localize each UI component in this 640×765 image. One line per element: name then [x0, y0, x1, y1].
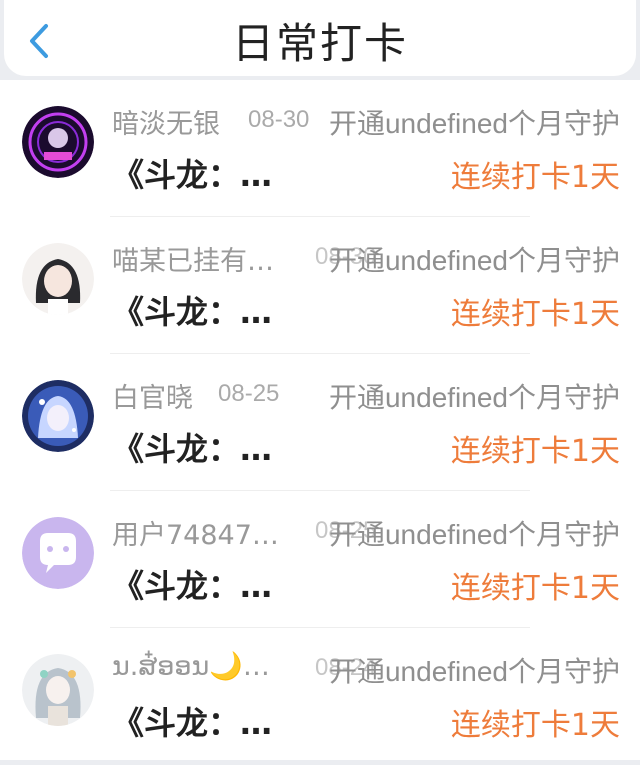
- list-item[interactable]: 喵某已挂有… 08-30 开通undefined个月守护 《斗龙：… 连续打卡1…: [0, 217, 640, 354]
- avatar[interactable]: [22, 243, 94, 315]
- header-bar: 日常打卡: [4, 0, 636, 76]
- book-title: 《斗龙：…: [112, 430, 273, 468]
- checkin-date: 08-30: [248, 106, 310, 133]
- book-title: 《斗龙：…: [112, 567, 273, 605]
- avatar[interactable]: [22, 654, 94, 726]
- streak-label: 连续打卡1天: [450, 297, 620, 332]
- guard-text: 开通undefined个月守护: [328, 656, 620, 687]
- streak-label: 连续打卡1天: [450, 160, 620, 195]
- page-title: 日常打卡: [231, 19, 408, 68]
- user-name: ນ.ສ໋ອອນ🌙…: [112, 651, 270, 682]
- guard-text: 开通undefined个月守护: [328, 382, 620, 413]
- avatar[interactable]: [22, 517, 94, 589]
- avatar[interactable]: [22, 106, 94, 178]
- list-item[interactable]: 用户748470… 08-25 开通undefined个月守护 《斗龙：… 连续…: [0, 491, 640, 628]
- list-item[interactable]: 暗淡无银 08-30 开通undefined个月守护 《斗龙：… 连续打卡1天: [0, 80, 640, 217]
- streak-label: 连续打卡1天: [450, 708, 620, 743]
- guard-text: 开通undefined个月守护: [328, 519, 620, 550]
- user-name: 喵某已挂有…: [112, 246, 274, 277]
- user-name: 用户748470…: [112, 520, 284, 551]
- list-item[interactable]: ນ.ສ໋ອອນ🌙… 08-24 开通undefined个月守护 《斗龙：… 连续…: [0, 628, 640, 765]
- streak-label: 连续打卡1天: [450, 434, 620, 469]
- checkin-date: 08-25: [218, 380, 280, 407]
- list-item[interactable]: 白官晓 08-25 开通undefined个月守护 《斗龙：… 连续打卡1天: [0, 354, 640, 491]
- avatar[interactable]: [22, 380, 94, 452]
- guard-text: 开通undefined个月守护: [328, 108, 620, 139]
- book-title: 《斗龙：…: [112, 293, 273, 331]
- guard-text: 开通undefined个月守护: [328, 245, 620, 276]
- streak-label: 连续打卡1天: [450, 571, 620, 606]
- book-title: 《斗龙：…: [112, 704, 273, 742]
- checkin-list: 暗淡无银 08-30 开通undefined个月守护 《斗龙：… 连续打卡1天 …: [0, 80, 640, 760]
- book-title: 《斗龙：…: [112, 156, 273, 194]
